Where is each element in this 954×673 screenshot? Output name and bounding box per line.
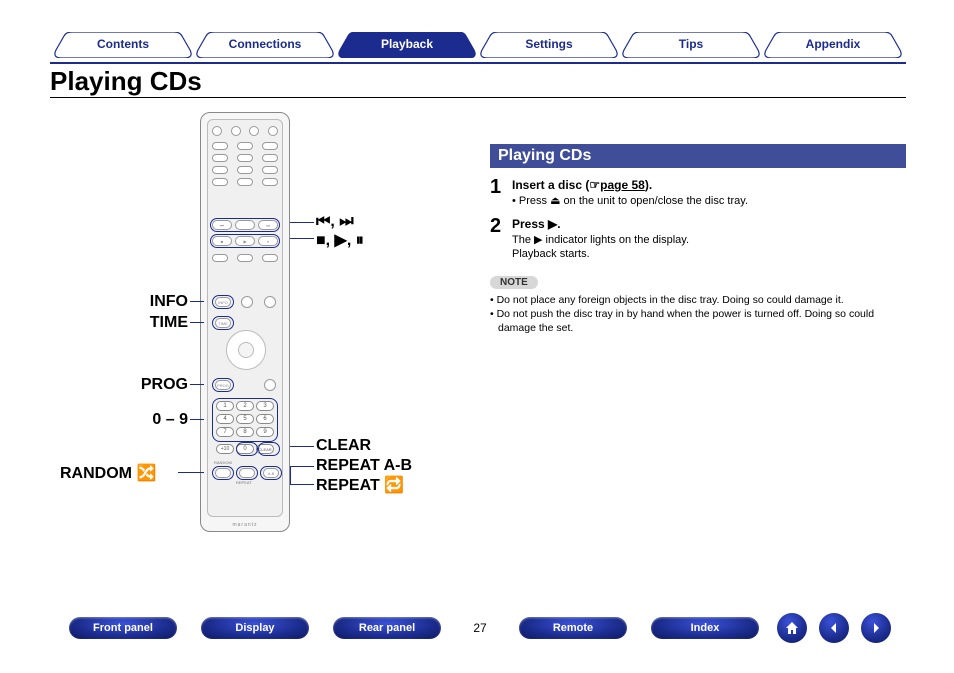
label-repeat-ab: REPEAT A-B <box>316 457 412 475</box>
tab-appendix[interactable]: Appendix <box>762 32 904 58</box>
home-button[interactable] <box>777 613 807 643</box>
label-skip: ⏮, ⏭ <box>316 213 354 231</box>
section-header: Playing CDs <box>490 144 906 168</box>
step-2: 2 Press ▶. The ▶ indicator lights on the… <box>490 217 906 260</box>
xref-page58[interactable]: page 58 <box>600 178 645 192</box>
footer-rearpanel-button[interactable]: Rear panel <box>333 617 441 639</box>
note-badge: NOTE <box>490 276 538 289</box>
label-repeat: REPEAT 🔁 <box>316 475 404 495</box>
remote-illustration: ⏮ ⏭ ■ ▶ ⏸ INFO TIME PROG <box>200 112 290 532</box>
label-transport: ■, ▶, ⏸ <box>316 230 364 250</box>
tab-settings[interactable]: Settings <box>478 32 620 58</box>
steps-block: 1 Insert a disc (☞page 58). • Press ⏏ on… <box>490 178 906 336</box>
label-digits: 0 – 9 <box>128 411 188 429</box>
label-random: RANDOM 🔀 <box>60 463 156 483</box>
footer-display-button[interactable]: Display <box>201 617 309 639</box>
tab-connections[interactable]: Connections <box>194 32 336 58</box>
tab-playback[interactable]: Playback <box>336 32 478 58</box>
highlight-zero <box>236 442 258 456</box>
note-list: Do not place any foreign objects in the … <box>490 293 906 336</box>
title-rule <box>50 97 906 98</box>
header-rule-thick <box>50 62 906 64</box>
label-clear: CLEAR <box>316 437 371 455</box>
next-page-button[interactable] <box>861 613 891 643</box>
step-1: 1 Insert a disc (☞page 58). • Press ⏏ on… <box>490 178 906 207</box>
label-time: TIME <box>128 314 188 332</box>
footer: Front panel Display Rear panel 27 Remote… <box>0 611 954 645</box>
tab-contents[interactable]: Contents <box>52 32 194 58</box>
highlight-clear <box>258 442 280 456</box>
footer-remote-button[interactable]: Remote <box>519 617 627 639</box>
tab-tips[interactable]: Tips <box>620 32 762 58</box>
label-info: INFO <box>128 293 188 311</box>
page-number: 27 <box>453 621 507 635</box>
footer-index-button[interactable]: Index <box>651 617 759 639</box>
label-prog: PROG <box>128 376 188 394</box>
prev-page-button[interactable] <box>819 613 849 643</box>
page-title: Playing CDs <box>50 66 202 97</box>
top-tabs: Contents Connections Playback Settings T… <box>52 32 904 58</box>
repeat-icon: 🔁 <box>384 477 404 494</box>
footer-frontpanel-button[interactable]: Front panel <box>69 617 177 639</box>
shuffle-icon: 🔀 <box>136 465 156 482</box>
